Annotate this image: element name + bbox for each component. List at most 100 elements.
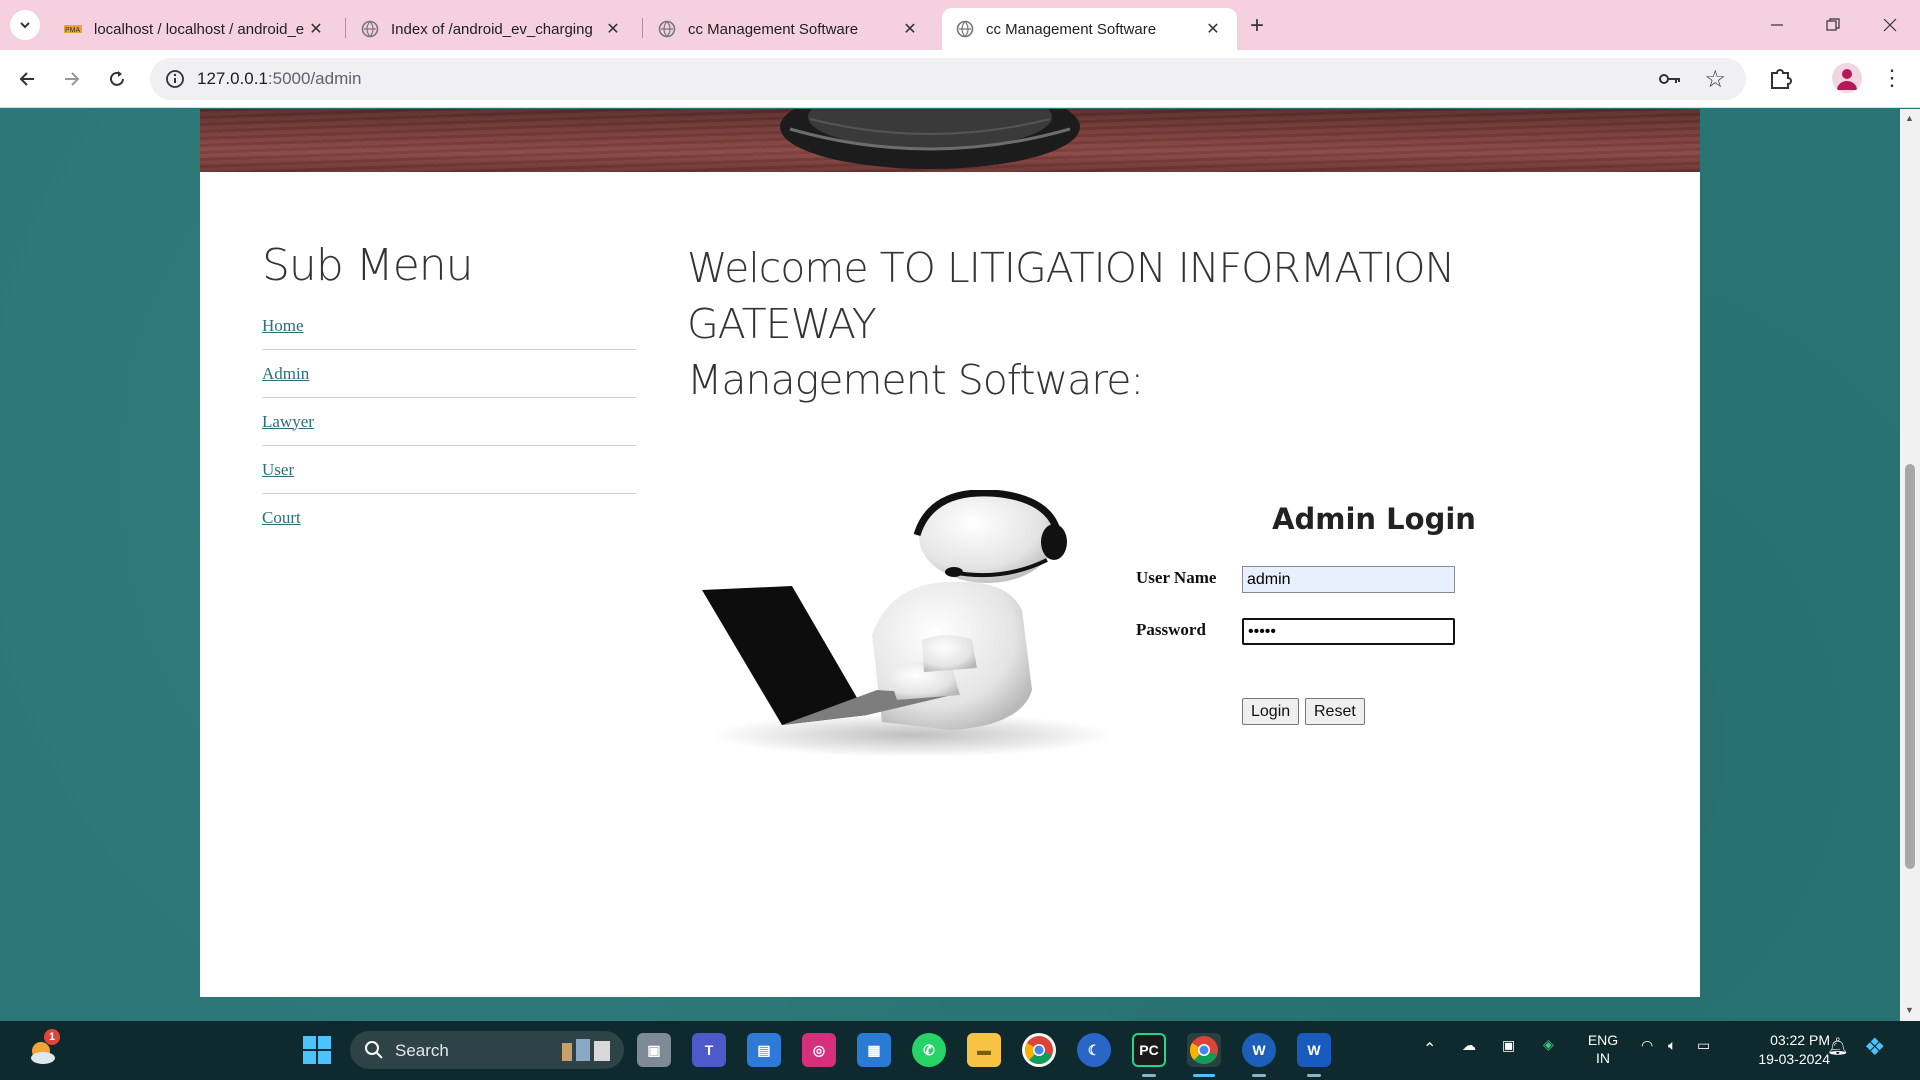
tab-cc-management-1[interactable]: cc Management Software ✕ — [644, 8, 934, 50]
tab-index-android-ev[interactable]: Index of /android_ev_charging ✕ — [347, 8, 637, 50]
language-indicator[interactable]: ENG IN — [1583, 1031, 1623, 1067]
app-moon-button[interactable]: ☾ — [1077, 1033, 1111, 1067]
password-label: Password — [1136, 620, 1206, 639]
wifi-icon[interactable]: ◠ — [1641, 1037, 1653, 1054]
copilot-icon[interactable]: ❖ — [1864, 1033, 1886, 1062]
close-tab-icon[interactable]: ✕ — [306, 19, 326, 39]
tab-title: cc Management Software — [688, 20, 859, 38]
start-button[interactable] — [300, 1033, 334, 1067]
password-input[interactable] — [1242, 618, 1455, 645]
battery-icon[interactable]: ▭ — [1697, 1037, 1710, 1054]
court-link[interactable]: Court — [262, 508, 301, 528]
home-link[interactable]: Home — [262, 316, 304, 336]
reset-button[interactable]: Reset — [1305, 698, 1365, 725]
minimize-button[interactable] — [1757, 10, 1797, 40]
search-highlight-art-icon — [562, 1039, 610, 1061]
tab-phpmyadmin[interactable]: PMA localhost / localhost / android_e ✕ — [50, 8, 340, 50]
security-shield-icon[interactable]: ◈ — [1543, 1036, 1554, 1053]
weather-widget[interactable]: 1 — [24, 1029, 60, 1067]
person-with-laptop-illustration — [702, 490, 1112, 757]
show-hidden-icons-chevron-up-icon[interactable]: ⌃ — [1423, 1039, 1436, 1059]
onedrive-icon[interactable]: ☁ — [1462, 1037, 1476, 1054]
close-tab-icon[interactable]: ✕ — [1203, 19, 1223, 39]
url-path: :5000/admin — [267, 69, 362, 88]
app-button[interactable]: ▤ — [747, 1033, 781, 1067]
whatsapp-button[interactable]: ✆ — [912, 1033, 946, 1067]
admin-login-heading: Admin Login — [1272, 502, 1476, 536]
tab-cc-management-active[interactable]: cc Management Software ✕ — [942, 8, 1237, 50]
pycharm-icon: PC — [1139, 1042, 1159, 1058]
word-icon: W — [1307, 1042, 1321, 1058]
chrome-button[interactable] — [1022, 1033, 1056, 1067]
globe-icon — [361, 20, 379, 38]
tab-title: localhost / localhost / android_e — [94, 20, 305, 38]
browser-toolbar: 127.0.0.1:5000/admin ☆ ⋮ — [0, 50, 1920, 108]
address-bar[interactable]: 127.0.0.1:5000/admin ☆ — [150, 58, 1746, 100]
page-scrollbar[interactable]: ▲ ▼ — [1900, 109, 1920, 1021]
forward-button[interactable] — [55, 62, 89, 96]
username-input[interactable] — [1242, 566, 1455, 593]
gavel-icon — [780, 109, 1080, 169]
chrome-active-button[interactable] — [1187, 1033, 1221, 1067]
scroll-down-arrow-icon[interactable]: ▼ — [1905, 1005, 1914, 1015]
close-tab-icon[interactable]: ✕ — [603, 19, 623, 39]
chevron-down-icon — [20, 22, 30, 29]
back-button[interactable] — [10, 62, 44, 96]
notification-bell-icon[interactable]: 🔔︎ — [1827, 1037, 1849, 1057]
tab-search-dropdown[interactable] — [10, 10, 40, 40]
lawyer-link[interactable]: Lawyer — [262, 412, 314, 432]
welcome-heading: Welcome TO LITIGATION INFORMATION GATEWA… — [687, 240, 1587, 408]
person-icon — [1837, 69, 1857, 90]
tab-title: Index of /android_ev_charging — [391, 20, 593, 38]
tab-strip: PMA localhost / localhost / android_e ✕ … — [0, 0, 1920, 50]
weather-badge: 1 — [44, 1029, 60, 1045]
tab-title: cc Management Software — [986, 20, 1157, 38]
password-key-icon[interactable] — [1658, 68, 1682, 90]
login-button[interactable]: Login — [1242, 698, 1300, 725]
page-viewport: Sub Menu Home Admin Lawyer User Court We… — [0, 109, 1900, 1021]
file-explorer-button[interactable]: ▬ — [967, 1033, 1001, 1067]
instagram-button[interactable]: ◎ — [802, 1033, 836, 1067]
teams-icon: T — [704, 1042, 714, 1058]
submenu-item-admin: Admin — [262, 350, 636, 398]
volume-icon[interactable]: 🔈︎ — [1668, 1037, 1676, 1054]
teams-tray-icon[interactable]: ▣ — [1502, 1037, 1515, 1054]
scroll-up-arrow-icon[interactable]: ▲ — [1905, 113, 1914, 123]
clock[interactable]: 03:22 PM 19-03-2024 — [1740, 1031, 1830, 1069]
minimize-icon — [1771, 24, 1783, 26]
task-view-button[interactable]: ▣ — [637, 1033, 671, 1067]
active-indicator — [1193, 1074, 1215, 1077]
close-icon — [1883, 18, 1897, 32]
extensions-puzzle-icon[interactable] — [1766, 63, 1796, 93]
profile-avatar[interactable] — [1832, 63, 1862, 93]
taskbar-search[interactable]: Search — [350, 1031, 624, 1069]
pycharm-button[interactable]: PC — [1132, 1033, 1166, 1067]
store-icon: ▦ — [867, 1041, 881, 1058]
word-button[interactable]: W — [1297, 1033, 1331, 1067]
app-w-button[interactable]: W — [1242, 1033, 1276, 1067]
store-button[interactable]: ▦ — [857, 1033, 891, 1067]
document-app-icon: ▤ — [757, 1041, 771, 1058]
submenu-list: Home Admin Lawyer User Court — [262, 302, 636, 542]
main-content-panel: Sub Menu Home Admin Lawyer User Court We… — [200, 172, 1700, 997]
site-info-icon[interactable] — [164, 68, 186, 90]
teams-button[interactable]: T — [692, 1033, 726, 1067]
new-tab-button[interactable]: + — [1243, 12, 1271, 40]
language-code: ENG — [1587, 1032, 1619, 1048]
submenu-item-lawyer: Lawyer — [262, 398, 636, 446]
bookmark-star-icon[interactable]: ☆ — [1704, 65, 1726, 94]
reload-button[interactable] — [100, 62, 134, 96]
admin-link[interactable]: Admin — [262, 364, 309, 384]
svg-text:PMA: PMA — [65, 27, 81, 34]
scrollbar-thumb[interactable] — [1905, 464, 1915, 869]
browser-menu-button[interactable]: ⋮ — [1880, 62, 1904, 94]
restore-button[interactable] — [1813, 10, 1853, 40]
app-w-icon: W — [1252, 1042, 1266, 1058]
close-tab-icon[interactable]: ✕ — [900, 19, 920, 39]
running-indicator — [1142, 1074, 1156, 1077]
user-link[interactable]: User — [262, 460, 294, 480]
url-host: 127.0.0.1 — [197, 69, 268, 88]
close-window-button[interactable] — [1870, 10, 1910, 40]
region-code: IN — [1596, 1050, 1610, 1066]
globe-icon — [956, 20, 974, 38]
